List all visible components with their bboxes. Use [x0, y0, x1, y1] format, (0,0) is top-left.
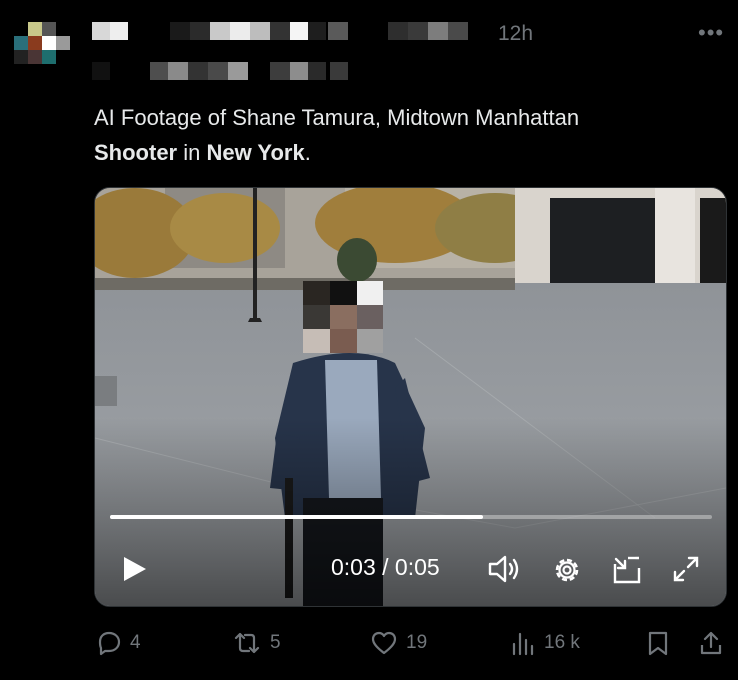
views-count: 16 k [544, 632, 580, 653]
fullscreen-icon[interactable] [671, 554, 701, 584]
reply-button[interactable]: 4 [96, 630, 141, 656]
reply-count: 4 [130, 632, 141, 653]
post-timestamp[interactable]: 12h [498, 22, 533, 46]
post-text: AI Footage of Shane Tamura, Midtown Manh… [94, 100, 714, 170]
like-count: 19 [406, 632, 428, 653]
settings-icon[interactable] [551, 554, 583, 586]
more-icon[interactable]: ••• [698, 20, 724, 46]
share-button[interactable] [698, 630, 724, 656]
volume-icon[interactable] [487, 554, 521, 584]
video-player[interactable]: 0:03 / 0:05 [94, 187, 727, 607]
bookmark-button[interactable] [646, 630, 670, 656]
post-text-bold-1: Shooter [94, 140, 178, 165]
views-icon [512, 632, 534, 656]
views-button[interactable]: 16 k [510, 630, 580, 656]
post-text-bold-2: New York [206, 140, 305, 165]
repost-button[interactable]: 5 [232, 630, 281, 656]
progress-track[interactable] [110, 515, 712, 519]
pip-icon[interactable] [611, 554, 643, 586]
play-icon[interactable] [119, 554, 149, 584]
repost-count: 5 [270, 632, 281, 653]
post-text-plain: AI Footage of Shane Tamura, Midtown Manh… [94, 105, 580, 130]
post-text-end: . [304, 140, 311, 165]
like-button[interactable]: 19 [370, 630, 427, 656]
post-text-mid: in [177, 140, 207, 165]
share-icon [700, 631, 722, 655]
like-icon [371, 631, 397, 655]
video-timecode: 0:03 / 0:05 [331, 554, 440, 580]
reply-icon [98, 631, 121, 656]
repost-icon [234, 632, 260, 654]
progress-fill [110, 515, 484, 519]
avatar[interactable] [14, 22, 70, 82]
video-frame [95, 188, 726, 606]
bookmark-icon [648, 631, 668, 656]
